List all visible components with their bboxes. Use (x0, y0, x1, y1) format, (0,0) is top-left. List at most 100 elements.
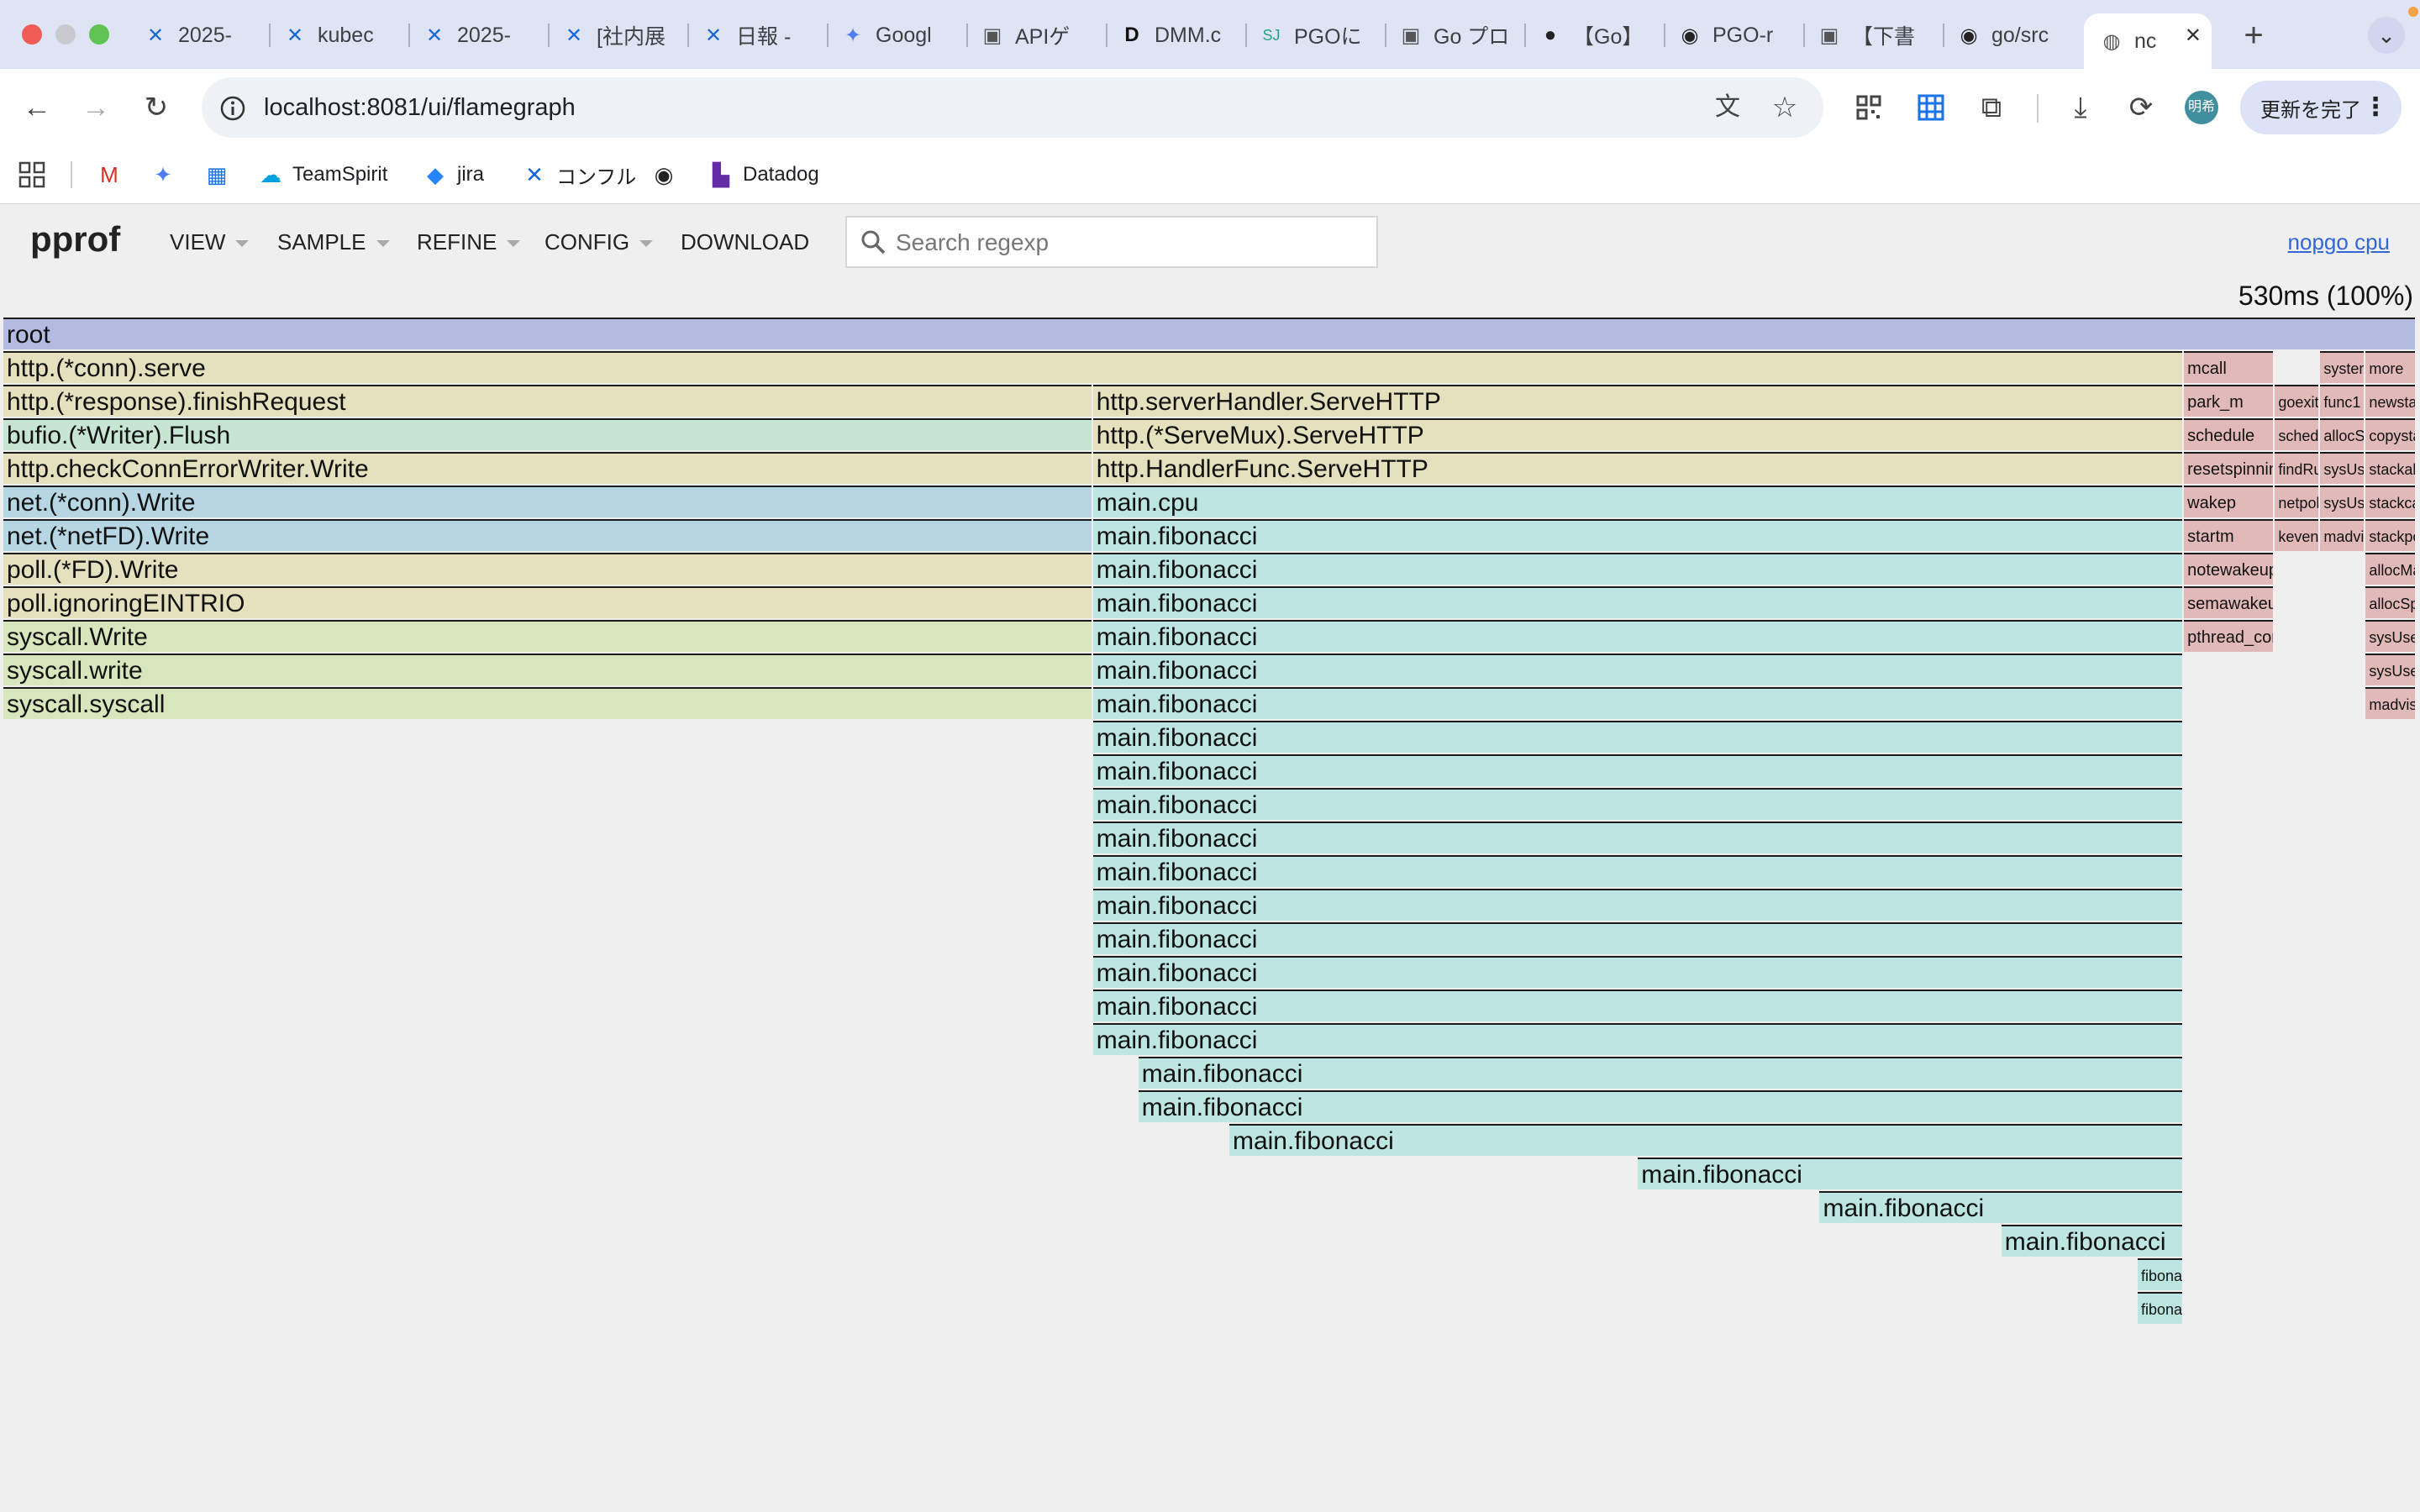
flame-frame[interactable]: main.fibonacci (1092, 1023, 2183, 1055)
tab-2[interactable]: ✕ kubec (279, 13, 410, 57)
menu-config[interactable]: CONFIG (544, 229, 654, 255)
flame-frame[interactable]: main.fibonacci (2001, 1225, 2183, 1257)
flame-frame[interactable]: main.fibonacci (1092, 990, 2183, 1021)
close-tab-icon[interactable]: ✕ (2185, 24, 2202, 48)
flame-frame[interactable]: main.fibonacci (1638, 1158, 2183, 1189)
flame-frame[interactable]: net.(*conn).Write (3, 486, 1092, 517)
flame-frame[interactable]: stackalloc (2365, 452, 2415, 484)
bookmark-github[interactable]: ◉ (650, 158, 686, 192)
download-icon[interactable]: ⤓ (2060, 87, 2101, 128)
flame-frame[interactable]: func1 (2320, 385, 2365, 417)
flame-frame[interactable]: semawakeup (2184, 586, 2274, 618)
bookmark-gmail[interactable]: M (96, 158, 131, 192)
bookmark-gemini[interactable]: ✦ (150, 158, 185, 192)
flame-frame[interactable]: pthread_cond_signal (2184, 620, 2274, 652)
flame-frame[interactable]: main.fibonacci (1092, 788, 2183, 820)
flame-frame[interactable]: http.(*ServeMux).ServeHTTP (1092, 418, 2183, 450)
tab-1[interactable]: ✕ 2025- (139, 13, 271, 57)
flame-frame[interactable]: root (3, 318, 2415, 349)
flame-frame[interactable]: fibonacci (2137, 1292, 2183, 1324)
flame-frame[interactable]: notewakeup (2184, 553, 2274, 585)
flame-frame[interactable]: http.(*conn).serve (3, 351, 2183, 383)
menu-refine[interactable]: REFINE (417, 229, 521, 255)
search-input[interactable] (894, 226, 1368, 260)
flame-frame[interactable]: netpoll (2275, 486, 2319, 517)
flame-frame[interactable]: http.(*response).finishRequest (3, 385, 1092, 417)
flame-frame[interactable]: schedule (2184, 418, 2274, 450)
tab-6[interactable]: ✦ Googl (837, 13, 968, 57)
forward-button[interactable]: → (76, 87, 116, 128)
flame-frame[interactable]: main.fibonacci (1138, 1057, 2183, 1089)
flame-frame[interactable]: net.(*netFD).Write (3, 519, 1092, 551)
flame-frame[interactable]: main.fibonacci (1092, 519, 2183, 551)
address-bar[interactable]: localhost:8081/ui/flamegraph 文 ☆ (202, 77, 1823, 138)
flame-frame[interactable]: bufio.(*Writer).Flush (3, 418, 1092, 450)
site-info-icon[interactable] (218, 94, 247, 123)
qr-code-icon[interactable] (1849, 87, 1889, 128)
bookmark-star-icon[interactable]: ☆ (1766, 89, 1803, 126)
menu-dots-icon[interactable]: ⋮ (2363, 92, 2388, 122)
flame-frame[interactable]: main.fibonacci (1092, 889, 2183, 921)
tab-12[interactable]: ◉ PGO-r (1674, 13, 1805, 57)
url-text[interactable]: localhost:8081/ui/flamegraph (264, 94, 576, 122)
flame-frame[interactable]: allocSpan (2320, 418, 2365, 450)
flame-frame[interactable]: syscall.Write (3, 620, 1092, 652)
flame-frame[interactable]: allocSpan (2365, 586, 2415, 618)
tab-13[interactable]: ▣ 【下書 (1813, 13, 1944, 57)
flame-frame[interactable]: main.fibonacci (1092, 687, 2183, 719)
flame-frame[interactable]: madvise (2365, 687, 2415, 719)
flame-frame[interactable]: main.fibonacci (1819, 1191, 2183, 1223)
flame-frame[interactable]: mcall (2184, 351, 2274, 383)
tab-8[interactable]: D DMM.c (1116, 13, 1247, 57)
flame-frame[interactable]: http.checkConnErrorWriter.Write (3, 452, 1092, 484)
flame-frame[interactable]: resetspinning (2184, 452, 2274, 484)
flame-frame[interactable]: poll.ignoringEINTRIO (3, 586, 1092, 618)
flame-frame[interactable]: main.fibonacci (1092, 855, 2183, 887)
flame-frame[interactable]: main.fibonacci (1092, 956, 2183, 988)
extensions-puzzle-icon[interactable]: ⧉ (1971, 87, 2012, 128)
flame-frame[interactable]: sysUsedOS (2365, 654, 2415, 685)
flame-frame[interactable]: stackpoolalloc (2365, 519, 2415, 551)
tab-3[interactable]: ✕ 2025- (418, 13, 550, 57)
tab-14[interactable]: ◉ go/src (1953, 13, 2084, 57)
flame-frame[interactable]: sysUsed (2320, 452, 2365, 484)
flame-frame[interactable]: main.fibonacci (1092, 721, 2183, 753)
flame-frame[interactable]: stackcacherefill (2365, 486, 2415, 517)
flame-frame[interactable]: allocManual (2365, 553, 2415, 585)
flame-frame[interactable]: http.HandlerFunc.ServeHTTP (1092, 452, 2183, 484)
flame-frame[interactable]: findRunnable (2275, 452, 2319, 484)
flame-frame[interactable]: main.fibonacci (1092, 922, 2183, 954)
profile-avatar[interactable]: 明希 (2185, 91, 2218, 124)
flame-frame[interactable]: main.fibonacci (1092, 553, 2183, 585)
flame-frame[interactable]: madvise (2320, 519, 2365, 551)
tab-9[interactable]: SJ PGOに (1255, 13, 1386, 57)
flame-frame[interactable]: http.serverHandler.ServeHTTP (1092, 385, 2183, 417)
profile-link[interactable]: nopgo cpu (2288, 229, 2390, 255)
menu-sample[interactable]: SAMPLE (277, 229, 390, 255)
pprof-logo[interactable]: pprof (30, 219, 120, 260)
flame-frame[interactable]: main.fibonacci (1228, 1124, 2183, 1156)
performance-icon[interactable]: ⟳ (2121, 87, 2161, 128)
flame-frame[interactable]: poll.(*FD).Write (3, 553, 1092, 585)
flame-frame[interactable]: copystack (2365, 418, 2415, 450)
tab-11[interactable]: ● 【Go】 (1534, 13, 1665, 57)
menu-download[interactable]: DOWNLOAD (681, 229, 809, 255)
flame-frame[interactable]: sysUsed (2365, 620, 2415, 652)
flame-frame[interactable]: syscall.write (3, 654, 1092, 685)
search-box[interactable] (845, 216, 1378, 268)
flame-frame[interactable]: startm (2184, 519, 2274, 551)
apps-grid-icon[interactable] (18, 161, 45, 192)
flame-frame[interactable]: main.fibonacci (1138, 1090, 2183, 1122)
reload-button[interactable]: ↻ (136, 87, 176, 128)
update-button[interactable]: 更新を完了 ⋮ (2240, 81, 2402, 134)
flame-frame[interactable]: fibonacci (2137, 1258, 2183, 1290)
flame-frame[interactable]: sysUsedOS (2320, 486, 2365, 517)
flame-frame[interactable]: syscall.syscall (3, 687, 1092, 719)
tab-7[interactable]: ▣ APIゲ (976, 13, 1107, 57)
flame-frame[interactable]: main.fibonacci (1092, 654, 2183, 685)
tab-10[interactable]: ▣ Go プロ (1395, 13, 1526, 57)
new-tab-button[interactable]: + (2233, 15, 2274, 55)
tab-15[interactable]: ◍ nc ✕ (2084, 13, 2212, 69)
bookmark-datadog[interactable]: ▙ Datadog (708, 158, 819, 192)
flame-frame[interactable]: systemstack (2320, 351, 2365, 383)
